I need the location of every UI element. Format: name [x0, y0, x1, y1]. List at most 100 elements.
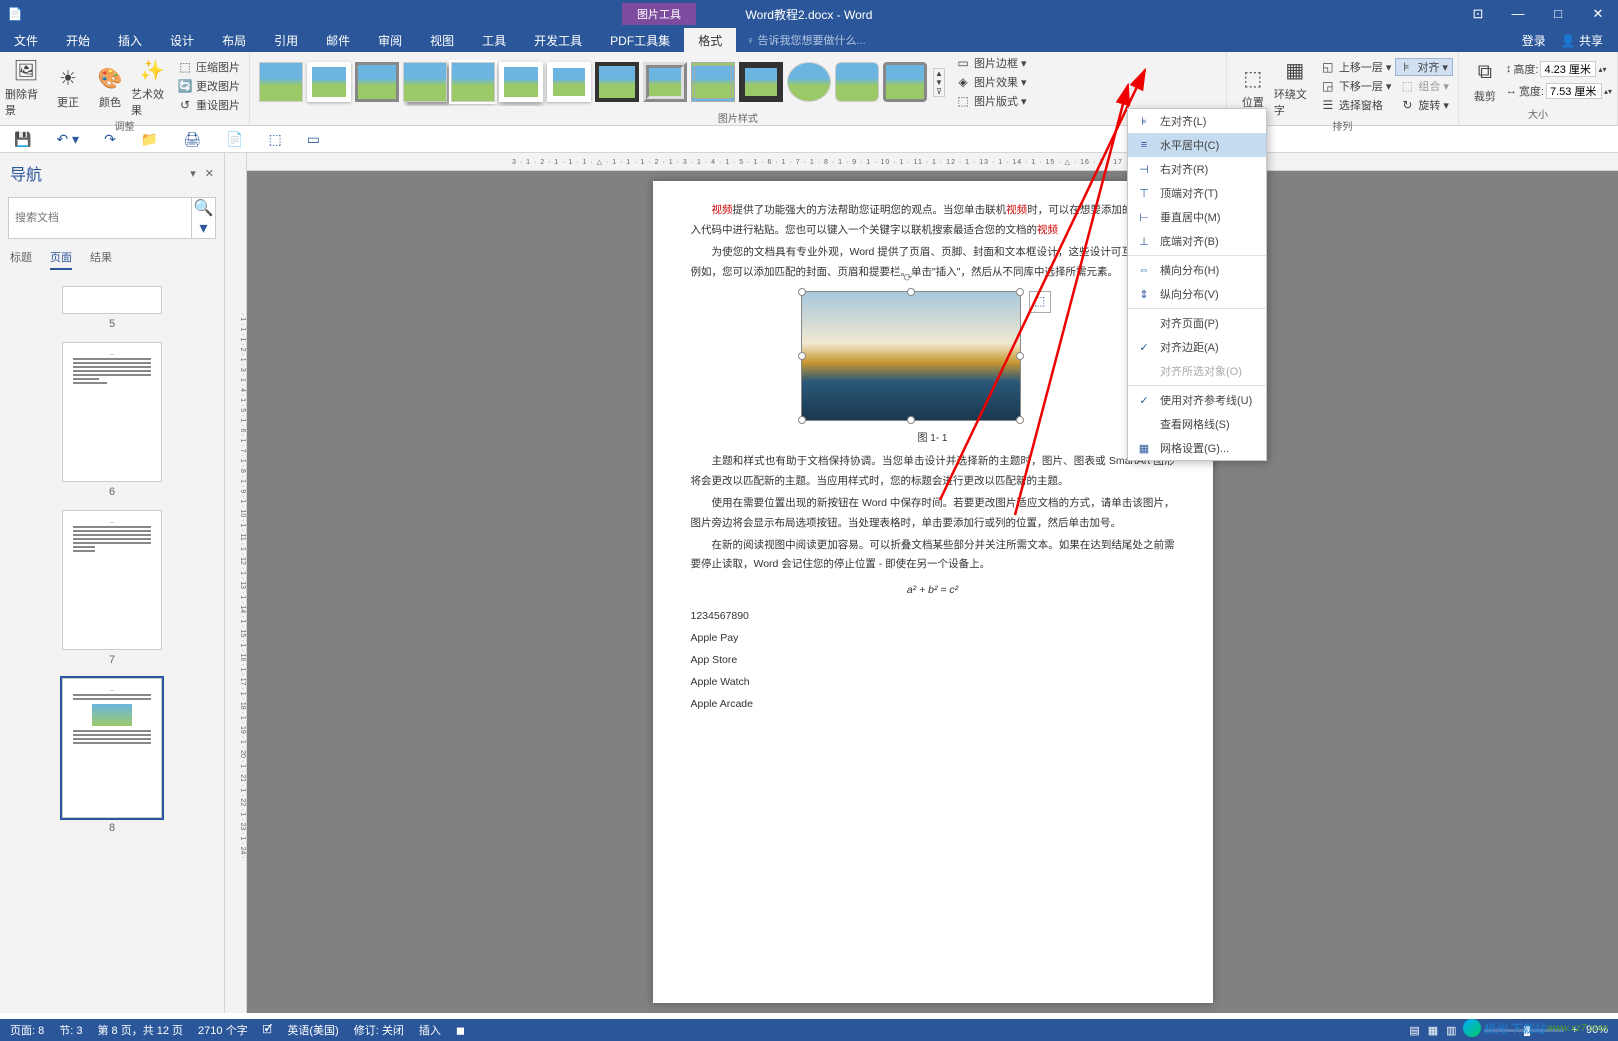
- gallery-up-icon[interactable]: ▲: [934, 69, 944, 78]
- style-thumb[interactable]: [643, 62, 687, 102]
- style-thumb[interactable]: [499, 62, 543, 102]
- status-section[interactable]: 节: 3: [59, 1022, 82, 1038]
- wrap-text-button[interactable]: ▦环绕文字: [1274, 54, 1316, 118]
- resize-handle[interactable]: [1016, 288, 1024, 296]
- status-words[interactable]: 2710 个字: [198, 1022, 248, 1038]
- style-thumb[interactable]: [787, 62, 831, 102]
- page-thumbnail[interactable]: — 7: [10, 510, 214, 666]
- resize-handle[interactable]: [1016, 416, 1024, 424]
- corrections-button[interactable]: ☀更正: [47, 62, 89, 110]
- menu-use-guides[interactable]: ✓使用对齐参考线(U): [1128, 388, 1266, 412]
- layout-options-button[interactable]: ⬚: [1029, 291, 1051, 313]
- picture-border-button[interactable]: ▭图片边框 ▾: [951, 54, 1031, 72]
- picture-effects-button[interactable]: ◈图片效果 ▾: [951, 73, 1031, 91]
- tab-review[interactable]: 审阅: [364, 28, 416, 53]
- crop-button[interactable]: ⧉裁剪: [1464, 56, 1506, 104]
- close-icon[interactable]: ✕: [1578, 6, 1618, 22]
- nav-dropdown-icon[interactable]: ▾: [190, 168, 196, 180]
- menu-dist-h[interactable]: ⇔横向分布(H): [1128, 258, 1266, 282]
- nav-thumbnails[interactable]: 5 — 6 — 7 — 8: [0, 276, 224, 1013]
- style-thumb[interactable]: [307, 62, 351, 102]
- picture-layout-button[interactable]: ⬚图片版式 ▾: [951, 92, 1031, 110]
- style-thumb[interactable]: [403, 62, 447, 102]
- remove-background-button[interactable]: 🖼删除背景: [5, 54, 47, 118]
- compress-button[interactable]: ⬚压缩图片: [173, 58, 244, 76]
- status-page-of[interactable]: 第 8 页，共 12 页: [97, 1022, 183, 1038]
- menu-align-page[interactable]: 对齐页面(P): [1128, 311, 1266, 335]
- paragraph[interactable]: 使用在需要位置出现的新按钮在 Word 中保存时间。若要更改图片适应文档的方式，…: [691, 494, 1175, 534]
- menu-align-left[interactable]: ⊧左对齐(L): [1128, 109, 1266, 133]
- group-button[interactable]: ⬚组合 ▾: [1395, 77, 1453, 95]
- ribbon-opts-icon[interactable]: ⊡: [1458, 6, 1498, 22]
- position-button[interactable]: ⬚位置: [1232, 62, 1274, 110]
- document-scroll[interactable]: 视频提供了功能强大的方法帮助您证明您的观点。当您单击联机视频时，可以在想要添加的…: [247, 153, 1618, 1013]
- style-thumb[interactable]: [883, 62, 927, 102]
- menu-align-center-h[interactable]: ≡水平居中(C): [1128, 133, 1266, 157]
- page-thumbnail[interactable]: — 6: [10, 342, 214, 498]
- resize-handle[interactable]: [798, 288, 806, 296]
- status-revisions[interactable]: 修订: 关闭: [354, 1022, 404, 1038]
- stepper-icon[interactable]: ▴▾: [1598, 65, 1606, 74]
- formula[interactable]: a² + b² = c²: [691, 581, 1175, 601]
- tab-mailings[interactable]: 邮件: [312, 28, 364, 53]
- image-content[interactable]: [801, 291, 1021, 421]
- status-page[interactable]: 页面: 8: [10, 1022, 44, 1038]
- resize-handle[interactable]: [907, 416, 915, 424]
- gallery-more-icon[interactable]: ⊽: [934, 87, 944, 96]
- maximize-icon[interactable]: □: [1538, 6, 1578, 22]
- search-input[interactable]: [9, 198, 191, 238]
- page-thumbnail[interactable]: — 8: [10, 678, 214, 834]
- tab-design[interactable]: 设计: [156, 28, 208, 53]
- page-thumbnail[interactable]: 5: [10, 286, 214, 330]
- style-thumb[interactable]: [691, 62, 735, 102]
- signin-button[interactable]: 登录: [1522, 32, 1546, 49]
- qat-icon[interactable]: ⬚: [268, 131, 281, 148]
- resize-handle[interactable]: [798, 352, 806, 360]
- image-caption[interactable]: 图 1- 1: [691, 429, 1175, 448]
- paragraph[interactable]: 视频提供了功能强大的方法帮助您证明您的观点。当您单击联机视频时，可以在想要添加的…: [691, 201, 1175, 241]
- view-print-icon[interactable]: ▦: [1428, 1024, 1438, 1037]
- nav-tab-results[interactable]: 结果: [90, 249, 112, 270]
- paragraph[interactable]: App Store: [691, 651, 1175, 671]
- nav-tab-headings[interactable]: 标题: [10, 249, 32, 270]
- align-button[interactable]: ⊧对齐 ▾: [1395, 58, 1453, 76]
- paragraph[interactable]: Apple Pay: [691, 629, 1175, 649]
- width-input[interactable]: [1546, 83, 1602, 99]
- paragraph[interactable]: Apple Watch: [691, 673, 1175, 693]
- style-thumb[interactable]: [595, 62, 639, 102]
- send-backward-button[interactable]: ◲下移一层 ▾: [1316, 77, 1396, 95]
- reset-pic-button[interactable]: ↺重设图片: [173, 96, 244, 114]
- horizontal-ruler[interactable]: 3 · 1 · 2 · 1 · 1 · 1 · △ · 1 · 1 · 1 · …: [247, 153, 1618, 171]
- vertical-ruler[interactable]: · 1 · 1 · 1 · 2 · 1 · 3 · 1 · 4 · 1 · 5 …: [225, 153, 247, 1013]
- menu-align-bottom[interactable]: ⊥底端对齐(B): [1128, 229, 1266, 253]
- style-thumb[interactable]: [547, 62, 591, 102]
- paragraph[interactable]: 为使您的文档具有专业外观，Word 提供了页眉、页脚、封面和文本框设计，这些设计…: [691, 243, 1175, 283]
- menu-align-margin[interactable]: ✓对齐边距(A): [1128, 335, 1266, 359]
- tell-me-search[interactable]: ♀ 告诉我您想要做什么...: [746, 32, 1521, 48]
- style-thumb[interactable]: [835, 62, 879, 102]
- status-insert-mode[interactable]: 插入: [419, 1022, 441, 1038]
- paragraph[interactable]: 1234567890: [691, 607, 1175, 627]
- rotate-button[interactable]: ↻旋转 ▾: [1395, 96, 1453, 114]
- tab-file[interactable]: 文件: [0, 28, 52, 53]
- height-input[interactable]: [1540, 61, 1596, 77]
- menu-align-top[interactable]: ⊤顶端对齐(T): [1128, 181, 1266, 205]
- rotate-handle-icon[interactable]: ⟳: [904, 269, 918, 283]
- menu-align-right[interactable]: ⊣右对齐(R): [1128, 157, 1266, 181]
- artistic-button[interactable]: ✨艺术效果: [131, 54, 173, 118]
- nav-tab-pages[interactable]: 页面: [50, 249, 72, 270]
- selected-image[interactable]: ⟳ ⬚: [801, 291, 1021, 421]
- status-record-icon[interactable]: ◼: [456, 1024, 465, 1037]
- status-language[interactable]: 英语(美国): [287, 1022, 338, 1038]
- tab-home[interactable]: 开始: [52, 28, 104, 53]
- tab-insert[interactable]: 插入: [104, 28, 156, 53]
- menu-align-middle-v[interactable]: ⊢垂直居中(M): [1128, 205, 1266, 229]
- gallery-down-icon[interactable]: ▼: [934, 78, 944, 87]
- tab-references[interactable]: 引用: [260, 28, 312, 53]
- paragraph[interactable]: 在新的阅读视图中阅读更加容易。可以折叠文档某些部分并关注所需文本。如果在达到结尾…: [691, 536, 1175, 576]
- color-button[interactable]: 🎨颜色: [89, 62, 131, 110]
- bring-forward-button[interactable]: ◱上移一层 ▾: [1316, 58, 1396, 76]
- picture-styles-gallery[interactable]: [255, 58, 931, 106]
- tab-dev[interactable]: 开发工具: [520, 28, 596, 53]
- tab-layout[interactable]: 布局: [208, 28, 260, 53]
